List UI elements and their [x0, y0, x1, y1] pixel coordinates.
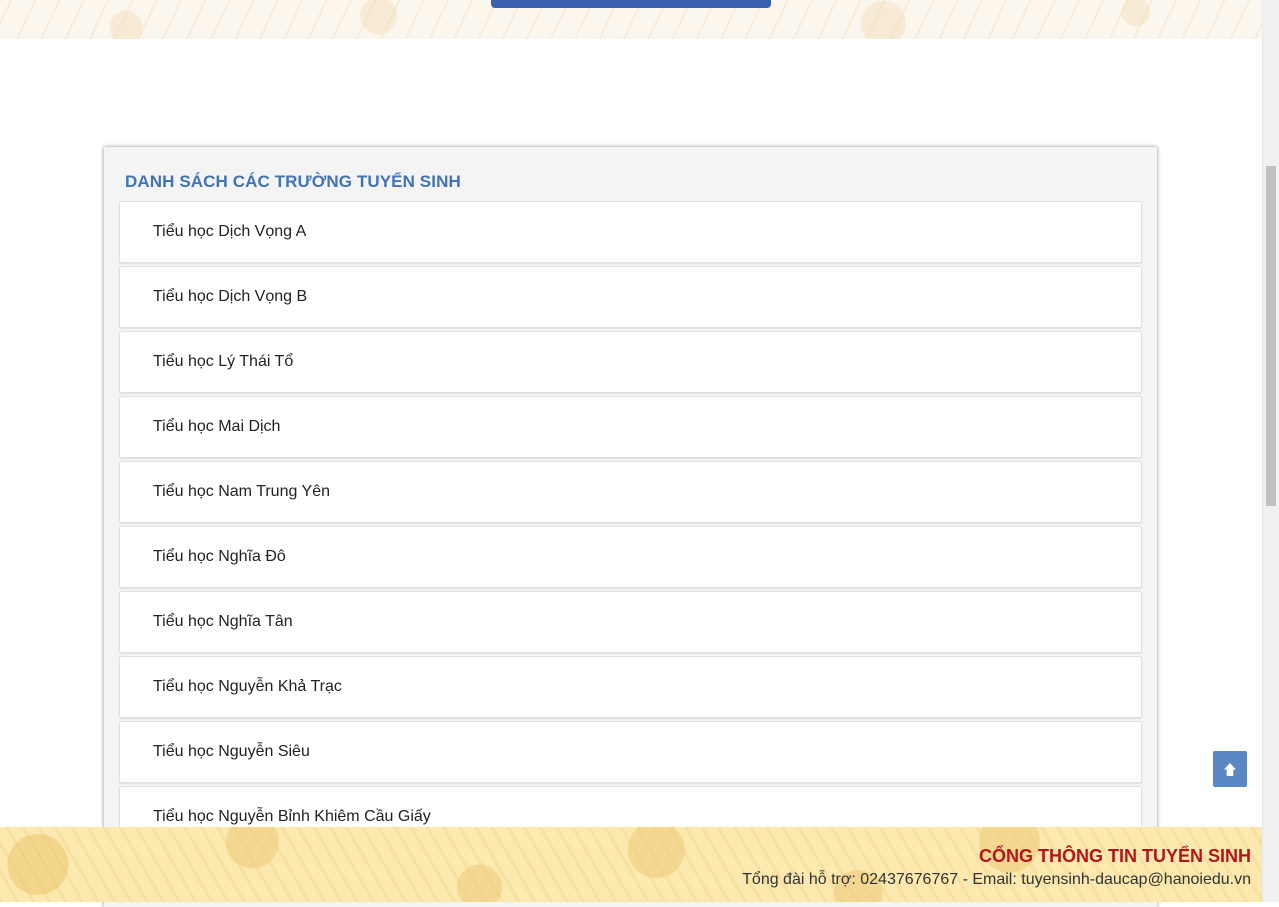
school-list-item[interactable]: Tiểu học Mai Dịch	[119, 396, 1142, 458]
arrow-up-icon	[1224, 762, 1236, 776]
back-to-top-button[interactable]	[1213, 751, 1247, 787]
footer-title: CỔNG THÔNG TIN TUYỂN SINH	[978, 846, 1251, 866]
school-list-panel: DANH SÁCH CÁC TRƯỜNG TUYỂN SINH Tiểu học…	[104, 147, 1157, 907]
page-scrollbar[interactable]	[1262, 0, 1279, 902]
school-list-item[interactable]: Tiểu học Nguyễn Khả Trạc	[119, 656, 1142, 718]
school-list-item[interactable]: Tiểu học Nghĩa Tân	[119, 591, 1142, 653]
school-list-item[interactable]: Tiểu học Nam Trung Yên	[119, 461, 1142, 523]
footer: CỔNG THÔNG TIN TUYỂN SINH Tổng đài hỗ tr…	[0, 827, 1262, 902]
school-list-item[interactable]: Tiểu học Nguyễn Siêu	[119, 721, 1142, 783]
scrollbar-thumb[interactable]	[1266, 166, 1276, 506]
school-list-item[interactable]: Tiểu học Dịch Vọng A	[119, 201, 1142, 263]
school-list-item[interactable]: Tiểu học Dịch Vọng B	[119, 266, 1142, 328]
header-action-button[interactable]	[491, 0, 771, 8]
footer-contact: Tổng đài hỗ trợ: 02437676767 - Email: tu…	[742, 871, 1251, 888]
school-list-item[interactable]: Tiểu học Lý Thái Tổ	[119, 331, 1142, 393]
school-list: Tiểu học Dịch Vọng A Tiểu học Dịch Vọng …	[119, 201, 1142, 851]
school-list-item[interactable]: Tiểu học Nghĩa Đô	[119, 526, 1142, 588]
panel-title: DANH SÁCH CÁC TRƯỜNG TUYỂN SINH	[125, 172, 461, 191]
